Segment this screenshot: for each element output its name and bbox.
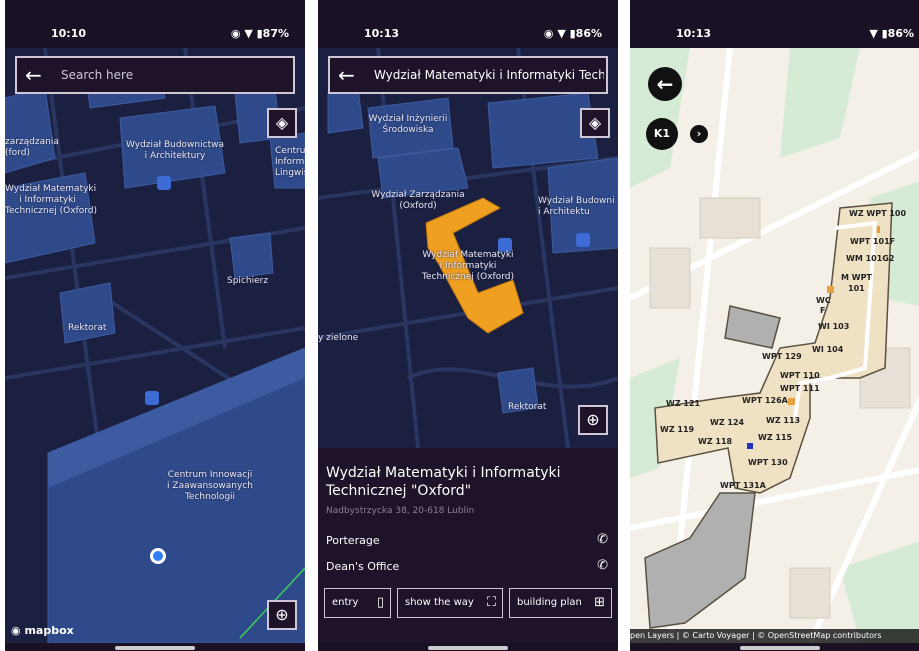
- search-value[interactable]: Wydział Matematyki i Informatyki Techn: [374, 68, 604, 82]
- map-label: y zielone: [318, 333, 359, 343]
- mapbox-logo: ◉ mapbox: [11, 624, 74, 637]
- map-label: Wydział Zarządzania (Oxford): [371, 190, 465, 211]
- building-title: Wydział Matematyki i Informatyki Technic…: [326, 465, 561, 499]
- room-label[interactable]: WPT 129: [762, 352, 802, 361]
- floor-plan-icon: ⊞: [594, 595, 605, 610]
- map-label: Wydział Budownictwa i Architektury: [126, 140, 224, 161]
- status-icons: ◉ ▼ ▮86%: [543, 27, 602, 40]
- building-address: Nadbystrzycka 38, 20-618 Lublin: [326, 506, 475, 516]
- chevron-right-icon: ›: [696, 127, 702, 140]
- room-label[interactable]: WZ 121: [666, 399, 700, 408]
- room-label[interactable]: WZ 124: [710, 418, 744, 427]
- room-label[interactable]: WPT 126A: [742, 396, 788, 405]
- phone-screen-map: 10:10 ◉ ▼ ▮87% ← Search here ◈ zarządzan…: [5, 0, 305, 651]
- map-label: Spichierz: [227, 276, 269, 286]
- room-label[interactable]: WZ 113: [766, 416, 800, 425]
- room-label[interactable]: WZ 115: [758, 433, 792, 442]
- map-label: Wydział Matematyki i Informatyki Technic…: [5, 184, 97, 216]
- status-icons: ▼ ▮86%: [869, 27, 914, 40]
- room-label[interactable]: WPT 130: [748, 458, 788, 467]
- room-label[interactable]: M WPT: [841, 273, 872, 282]
- phone-screen-floor-plan: 10:13 ▼ ▮86% ← K1 › WZ WPT 100 WPT 101F …: [630, 0, 919, 651]
- floor-selector[interactable]: K1: [646, 118, 678, 150]
- map-label: Wydział Budowni i Architektu: [538, 196, 615, 217]
- search-bar[interactable]: ← Wydział Matematyki i Informatyki Techn: [328, 56, 608, 94]
- room-label[interactable]: WZ 119: [660, 425, 694, 434]
- entry-label: entry: [332, 597, 359, 608]
- room-label[interactable]: WM 101G2: [846, 254, 894, 263]
- building-info-panel: Wydział Matematyki i Informatyki Technic…: [318, 448, 618, 643]
- back-button[interactable]: ←: [648, 67, 682, 101]
- directions-icon: ⛶: [486, 595, 496, 610]
- room-label[interactable]: WZ 118: [698, 437, 732, 446]
- home-indicator[interactable]: [428, 646, 508, 650]
- porterage-row[interactable]: Porterage ✆: [326, 532, 610, 547]
- locate-me-button[interactable]: ⊕: [578, 405, 608, 435]
- back-arrow-icon: ←: [656, 72, 674, 96]
- map-attribution[interactable]: pen Layers | © Carto Voyager | © OpenStr…: [630, 629, 919, 643]
- locate-me-button[interactable]: ⊕: [267, 600, 297, 630]
- nav-bar: [630, 643, 919, 651]
- room-label[interactable]: WZ WPT 100: [849, 209, 906, 218]
- back-arrow-icon[interactable]: ←: [338, 63, 355, 87]
- layers-icon: ◈: [588, 113, 602, 132]
- home-indicator[interactable]: [115, 646, 195, 650]
- map-label: Wydział Inżynierii Środowiska: [368, 114, 448, 135]
- layers-button[interactable]: ◈: [580, 108, 610, 138]
- home-indicator[interactable]: [740, 646, 820, 650]
- status-icons: ◉ ▼ ▮87%: [230, 27, 289, 40]
- crosshair-icon: ⊕: [275, 605, 289, 624]
- status-time: 10:10: [51, 27, 87, 40]
- search-placeholder[interactable]: Search here: [61, 68, 291, 82]
- nav-bar: [318, 643, 618, 651]
- map-label: Wydział Matematyki i Informatyki Technic…: [422, 250, 514, 282]
- phone-icon[interactable]: ✆: [597, 532, 608, 547]
- status-time: 10:13: [364, 27, 400, 40]
- phone-icon[interactable]: ✆: [597, 558, 608, 573]
- room-label[interactable]: WI 103: [818, 322, 849, 331]
- map-label: zarządzania (ford): [5, 137, 59, 158]
- entry-button[interactable]: entry ▯: [324, 588, 391, 618]
- search-bar[interactable]: ← Search here: [15, 56, 295, 94]
- building-plan-button[interactable]: building plan ⊞: [509, 588, 612, 618]
- nav-bar: [5, 643, 305, 651]
- status-bar: 10:13 ◉ ▼ ▮86%: [318, 0, 618, 48]
- deans-office-row[interactable]: Dean's Office ✆: [326, 558, 610, 573]
- door-icon: ▯: [376, 595, 384, 610]
- layers-icon: ◈: [275, 113, 289, 132]
- status-bar: 10:13 ▼ ▮86%: [630, 0, 919, 48]
- back-arrow-icon[interactable]: ←: [25, 63, 42, 87]
- room-label[interactable]: F: [820, 306, 825, 315]
- porterage-label: Porterage: [326, 534, 380, 547]
- room-label[interactable]: 101: [848, 284, 865, 293]
- room-label[interactable]: WC: [816, 296, 831, 305]
- next-floor-button[interactable]: ›: [690, 125, 708, 143]
- room-label[interactable]: WPT 110: [780, 371, 820, 380]
- deans-office-label: Dean's Office: [326, 560, 400, 573]
- map-label: Rektorat: [68, 323, 107, 333]
- map-label: Centrum Innowacji i Zaawansowanych Techn…: [167, 470, 253, 502]
- room-label[interactable]: WPT 111: [780, 384, 820, 393]
- room-label[interactable]: WI 104: [812, 345, 843, 354]
- status-bar: 10:10 ◉ ▼ ▮87%: [5, 0, 305, 48]
- map-label: Centrum Inform Lingwisty: [275, 146, 305, 178]
- status-time: 10:13: [676, 27, 712, 40]
- room-label[interactable]: WPT 131A: [720, 481, 766, 490]
- crosshair-icon: ⊕: [586, 410, 600, 429]
- phone-screen-building: 10:13 ◉ ▼ ▮86% ← Wydział Matematyki i In…: [318, 0, 618, 651]
- room-label[interactable]: WPT 101F: [850, 237, 895, 246]
- layers-button[interactable]: ◈: [267, 108, 297, 138]
- building-plan-label: building plan: [517, 597, 582, 608]
- map-label: Rektorat: [508, 402, 547, 412]
- show-the-way-label: show the way: [405, 597, 474, 608]
- show-the-way-button[interactable]: show the way ⛶: [397, 588, 503, 618]
